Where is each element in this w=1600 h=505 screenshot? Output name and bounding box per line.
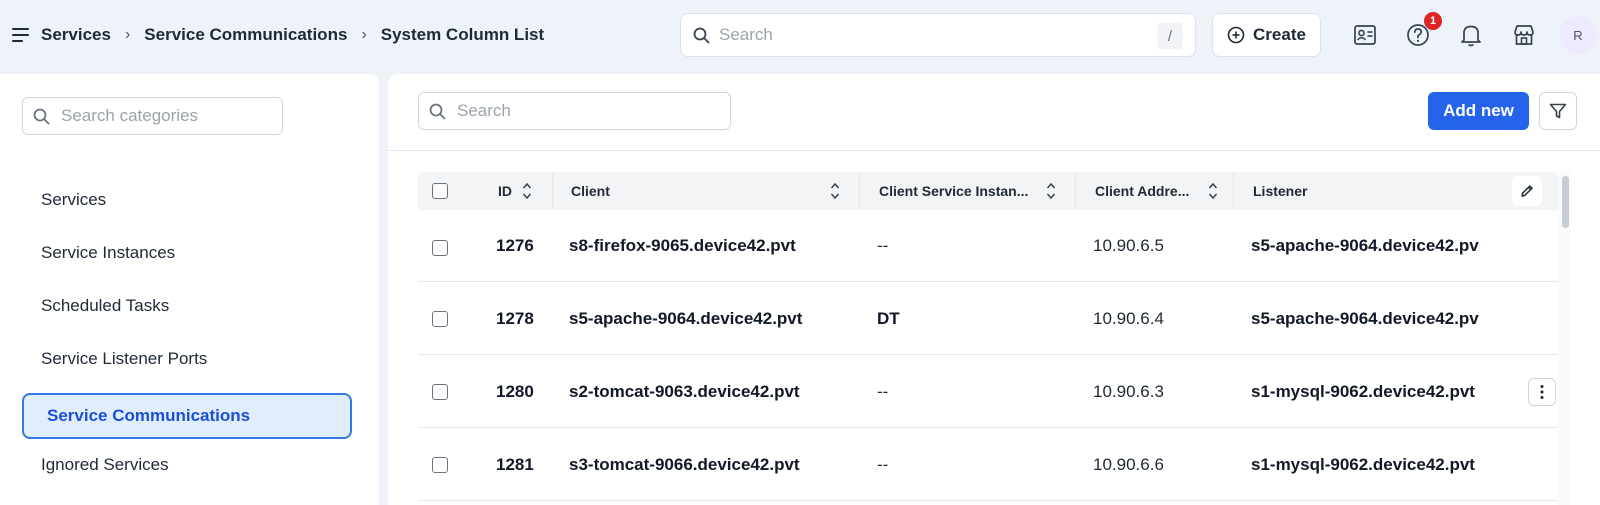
- category-search-input[interactable]: [61, 104, 271, 128]
- sidebar-item-services[interactable]: Services: [41, 185, 106, 215]
- cell-client[interactable]: s2-tomcat-9063.device42.pvt: [569, 356, 854, 428]
- sidebar-item-service-listener-ports[interactable]: Service Listener Ports: [41, 344, 207, 374]
- sidebar-item-label: Services: [41, 190, 107, 209]
- divider: [388, 150, 1600, 151]
- sort-icon[interactable]: [830, 181, 840, 201]
- plus-circle-icon: [1227, 26, 1245, 44]
- contact-card-icon[interactable]: [1352, 22, 1378, 48]
- store-icon[interactable]: [1511, 22, 1537, 48]
- sidebar-item-service-instances[interactable]: Service Instances: [41, 238, 175, 268]
- column-header-label: Client: [571, 183, 610, 199]
- search-shortcut-key: /: [1157, 23, 1183, 49]
- filter-icon: [1549, 103, 1567, 119]
- notification-count-badge: 1: [1424, 12, 1442, 30]
- avatar[interactable]: R: [1559, 16, 1597, 54]
- sort-icon[interactable]: [1208, 181, 1218, 201]
- cell-client-address: 10.90.6.5: [1093, 236, 1164, 255]
- search-icon: [429, 103, 446, 120]
- sidebar-item-label: Service Communications: [47, 406, 251, 425]
- column-header-listener[interactable]: Listener: [1253, 172, 1307, 210]
- row-checkbox[interactable]: [432, 311, 448, 327]
- category-search[interactable]: [22, 97, 283, 135]
- scrollbar-thumb[interactable]: [1562, 176, 1569, 228]
- column-header-label: Listener: [1253, 183, 1308, 199]
- cell-client-service-instance: --: [877, 455, 889, 474]
- table-search[interactable]: [418, 92, 731, 130]
- table-row[interactable]: 1278 s5-apache-9064.device42.pvt DT 10.9…: [418, 283, 1558, 355]
- cell-id[interactable]: 1278: [496, 283, 556, 355]
- cell-listener[interactable]: s1-mysql-9062.device42.pvt: [1251, 429, 1516, 501]
- create-button-label: Create: [1253, 25, 1306, 44]
- cell-client-address: 10.90.6.4: [1093, 309, 1164, 328]
- row-checkbox[interactable]: [432, 240, 448, 256]
- pencil-icon: [1521, 185, 1533, 197]
- chevron-right-icon: ›: [361, 26, 367, 43]
- column-divider: [1233, 172, 1234, 210]
- category-sidebar: Services Service Instances Scheduled Tas…: [0, 74, 379, 505]
- column-header-client[interactable]: Client: [571, 172, 610, 210]
- breadcrumb: Services › Service Communications › Syst…: [41, 24, 544, 46]
- row-checkbox[interactable]: [432, 384, 448, 400]
- cell-listener[interactable]: s1-mysql-9062.device42.pvt: [1251, 356, 1516, 428]
- breadcrumb-item-current: System Column List: [380, 25, 545, 44]
- search-icon: [33, 108, 50, 125]
- column-header-client-address[interactable]: Client Addre...: [1095, 172, 1189, 210]
- chevron-right-icon: ›: [124, 26, 131, 43]
- create-button[interactable]: Create: [1212, 13, 1321, 57]
- edit-columns-button[interactable]: [1512, 176, 1542, 206]
- sidebar-item-label: Service Listener Ports: [41, 349, 208, 368]
- breadcrumb-item-services[interactable]: Services: [41, 25, 111, 45]
- column-divider: [1075, 172, 1076, 210]
- sort-icon[interactable]: [1046, 181, 1056, 201]
- column-divider: [552, 172, 553, 210]
- column-header-id[interactable]: ID: [498, 172, 512, 210]
- table-search-input[interactable]: [457, 99, 717, 123]
- search-icon: [693, 27, 710, 44]
- cell-client-address: 10.90.6.6: [1093, 455, 1164, 474]
- breadcrumb-item-service-communications[interactable]: Service Communications: [144, 25, 347, 45]
- menu-icon[interactable]: [12, 27, 30, 43]
- cell-id[interactable]: 1281: [496, 429, 556, 501]
- sidebar-item-ignored-services[interactable]: Ignored Services: [41, 450, 169, 480]
- column-divider: [859, 172, 860, 210]
- top-bar: Services › Service Communications › Syst…: [0, 0, 1600, 72]
- table-row[interactable]: 1281 s3-tomcat-9066.device42.pvt -- 10.9…: [418, 429, 1558, 501]
- sort-icon[interactable]: [522, 181, 532, 201]
- sidebar-item-label: Service Instances: [41, 243, 176, 262]
- cell-listener[interactable]: s5-apache-9064.device42.pv: [1251, 283, 1516, 355]
- cell-client-service-instance: --: [877, 236, 889, 255]
- cell-client-service-instance: --: [877, 382, 889, 401]
- select-all-checkbox[interactable]: [432, 183, 448, 199]
- cell-client-service-instance[interactable]: DT: [877, 283, 1067, 355]
- main-panel: Add new ID Client: [388, 74, 1600, 505]
- sidebar-item-service-communications[interactable]: Service Communications: [22, 393, 352, 439]
- sidebar-item-scheduled-tasks[interactable]: Scheduled Tasks: [41, 291, 169, 321]
- cell-listener[interactable]: s5-apache-9064.device42.pv: [1251, 210, 1516, 282]
- table-header: ID Client Client Service Instan... Clien…: [418, 172, 1558, 210]
- bell-icon[interactable]: [1458, 22, 1484, 48]
- cell-id[interactable]: 1276: [496, 210, 556, 282]
- data-table: ID Client Client Service Instan... Clien…: [418, 172, 1558, 505]
- table-row[interactable]: 1276 s8-firefox-9065.device42.pvt -- 10.…: [418, 210, 1558, 282]
- column-header-label: Client Addre...: [1095, 183, 1190, 199]
- table-row[interactable]: 1280 s2-tomcat-9063.device42.pvt -- 10.9…: [418, 356, 1558, 428]
- row-checkbox[interactable]: [432, 457, 448, 473]
- more-vertical-icon: [1540, 385, 1544, 399]
- column-header-client-service-instance[interactable]: Client Service Instan...: [879, 172, 1028, 210]
- global-search[interactable]: /: [680, 13, 1196, 57]
- add-new-button[interactable]: Add new: [1428, 92, 1529, 130]
- cell-client[interactable]: s8-firefox-9065.device42.pvt: [569, 210, 854, 282]
- sidebar-item-label: Scheduled Tasks: [41, 296, 170, 315]
- row-actions-button[interactable]: [1528, 378, 1556, 406]
- column-header-label: ID: [498, 183, 512, 199]
- cell-client[interactable]: s5-apache-9064.device42.pvt: [569, 283, 854, 355]
- column-header-label: Client Service Instan...: [879, 183, 1029, 199]
- filter-button[interactable]: [1539, 92, 1577, 130]
- cell-id[interactable]: 1280: [496, 356, 556, 428]
- global-search-input[interactable]: [719, 23, 1139, 47]
- cell-client-address: 10.90.6.3: [1093, 382, 1164, 401]
- sidebar-item-label: Ignored Services: [41, 455, 169, 474]
- cell-client[interactable]: s3-tomcat-9066.device42.pvt: [569, 429, 854, 501]
